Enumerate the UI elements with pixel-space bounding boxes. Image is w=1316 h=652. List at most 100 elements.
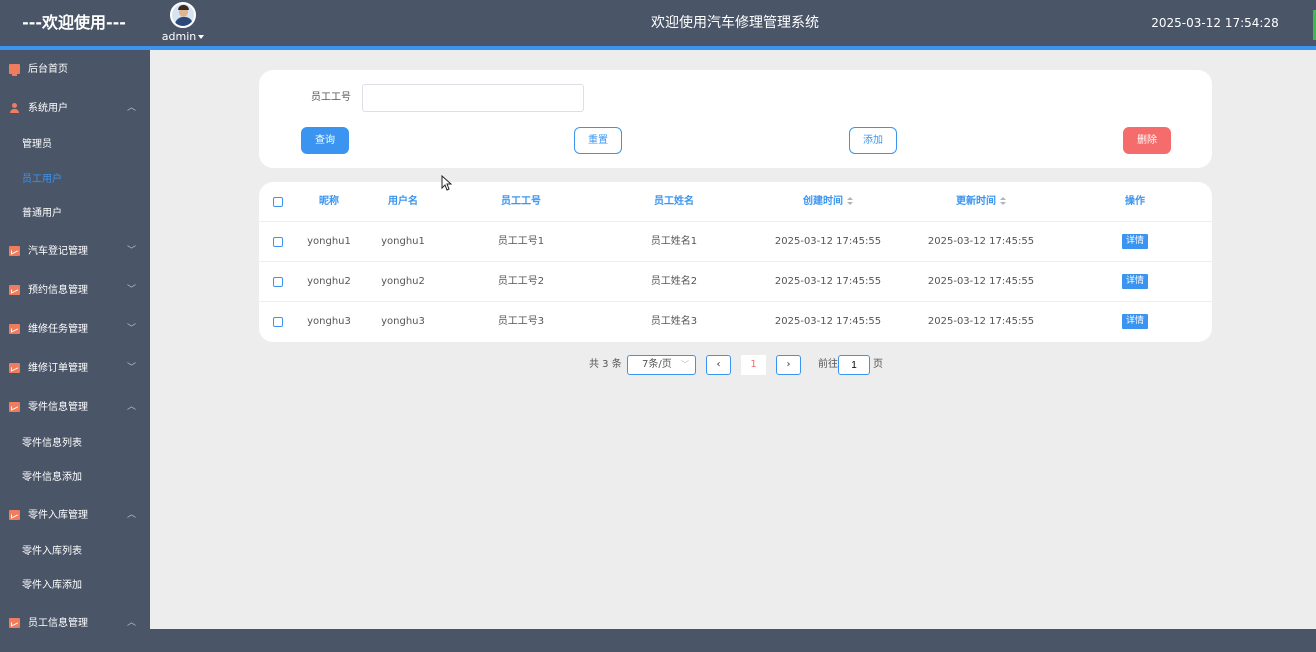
cell-nickname: yonghu3 bbox=[307, 316, 351, 327]
column-header-created-label: 创建时间 bbox=[803, 196, 843, 207]
avatar[interactable] bbox=[170, 2, 196, 28]
user-menu[interactable]: admin bbox=[160, 2, 206, 43]
current-page[interactable]: 1 bbox=[741, 355, 766, 375]
column-header-nickname: 昵称 bbox=[319, 196, 339, 207]
column-header-updated[interactable]: 更新时间 bbox=[921, 182, 1041, 222]
sidebar-item-appointments[interactable]: 预约信息管理 ﹀ bbox=[0, 271, 150, 310]
sidebar-item-home[interactable]: 后台首页 bbox=[0, 50, 150, 89]
row-checkbox[interactable] bbox=[273, 317, 283, 327]
chevron-down-icon: ﹀ bbox=[126, 245, 136, 256]
reset-button[interactable]: 重置 bbox=[574, 127, 622, 154]
total-count: 共 3 条 bbox=[589, 359, 622, 370]
cell-username: yonghu2 bbox=[381, 276, 425, 287]
column-header-staff-name: 员工姓名 bbox=[654, 196, 694, 207]
chart-icon bbox=[9, 323, 20, 334]
chevron-down-icon: ﹀ bbox=[681, 360, 689, 369]
column-header-created[interactable]: 创建时间 bbox=[768, 182, 888, 222]
chevron-up-icon: ︿ bbox=[126, 401, 136, 412]
cell-updated: 2025-03-12 17:45:55 bbox=[927, 316, 1035, 327]
goto-page-input[interactable] bbox=[838, 355, 870, 375]
cell-created: 2025-03-12 17:45:55 bbox=[774, 276, 882, 287]
cell-staff-no: 员工工号1 bbox=[497, 236, 545, 247]
cell-username: yonghu3 bbox=[381, 316, 425, 327]
page-size-value: 7条/页 bbox=[642, 359, 672, 370]
sidebar-subitem-inbound-list[interactable]: 零件入库列表 bbox=[0, 535, 150, 570]
table-row: yonghu3 yonghu3 员工工号3 员工姓名3 2025-03-12 17:45… bbox=[259, 302, 1212, 342]
monitor-icon bbox=[9, 64, 20, 76]
cell-username: yonghu1 bbox=[381, 236, 425, 247]
cell-actions: 详情 bbox=[1109, 222, 1161, 262]
detail-button[interactable]: 详情 bbox=[1121, 273, 1148, 289]
column-header-staff-no: 员工工号 bbox=[501, 196, 541, 207]
cell-updated: 2025-03-12 17:45:55 bbox=[927, 236, 1035, 247]
cell-nickname: yonghu2 bbox=[307, 276, 351, 287]
cell-staff-name: 员工姓名1 bbox=[650, 236, 698, 247]
chevron-right-icon: › bbox=[786, 359, 791, 370]
bottom-bar bbox=[0, 629, 1316, 652]
chevron-up-icon: ︿ bbox=[126, 617, 136, 628]
chevron-down-icon: ﹀ bbox=[126, 284, 136, 295]
username-label: admin bbox=[161, 30, 197, 43]
sidebar-subitem-staff-users[interactable]: 员工用户 bbox=[0, 163, 150, 198]
sidebar-item-label: 汽车登记管理 bbox=[28, 245, 88, 257]
username-dropdown[interactable]: admin bbox=[160, 30, 206, 43]
sidebar-item-repair-tasks[interactable]: 维修任务管理 ﹀ bbox=[0, 310, 150, 349]
sidebar-item-label: 零件入库管理 bbox=[28, 509, 88, 521]
user-icon bbox=[9, 103, 20, 113]
chevron-up-icon: ︿ bbox=[126, 509, 136, 520]
chart-icon bbox=[9, 284, 20, 295]
sidebar-item-parts-inbound[interactable]: 零件入库管理 ︿ bbox=[0, 496, 150, 535]
header-accent-line bbox=[0, 46, 1316, 50]
add-button[interactable]: 添加 bbox=[849, 127, 897, 154]
next-page-button[interactable]: › bbox=[776, 355, 801, 375]
chart-icon bbox=[9, 245, 20, 256]
sidebar-item-label: 零件信息管理 bbox=[28, 401, 88, 413]
column-header-actions: 操作 bbox=[1125, 196, 1145, 207]
sidebar-subitem-admin[interactable]: 管理员 bbox=[0, 128, 150, 163]
search-panel: 员工工号 查询 重置 添加 删除 bbox=[259, 70, 1212, 168]
sidebar-item-system-users[interactable]: 系统用户 ︿ bbox=[0, 89, 150, 128]
chevron-down-icon: ﹀ bbox=[126, 323, 136, 334]
cell-created: 2025-03-12 17:45:55 bbox=[774, 236, 882, 247]
current-datetime: 2025-03-12 17:54:28 bbox=[1151, 16, 1279, 30]
detail-button[interactable]: 详情 bbox=[1121, 313, 1148, 329]
cell-staff-no: 员工工号2 bbox=[497, 276, 545, 287]
sort-icon[interactable] bbox=[1000, 197, 1006, 205]
cell-created: 2025-03-12 17:45:55 bbox=[774, 316, 882, 327]
row-checkbox[interactable] bbox=[273, 237, 283, 247]
sidebar-item-label: 维修任务管理 bbox=[28, 323, 88, 335]
sidebar-item-label: 后台首页 bbox=[28, 64, 68, 75]
sidebar-subitem-parts-add[interactable]: 零件信息添加 bbox=[0, 461, 150, 496]
sidebar-item-label: 员工信息管理 bbox=[28, 617, 88, 629]
query-button[interactable]: 查询 bbox=[301, 127, 349, 154]
row-checkbox[interactable] bbox=[273, 277, 283, 287]
page-size-select[interactable]: 7条/页 ﹀ bbox=[627, 355, 696, 375]
delete-button[interactable]: 删除 bbox=[1123, 127, 1171, 154]
table-row: yonghu1 yonghu1 员工工号1 员工姓名1 2025-03-12 17:45… bbox=[259, 222, 1212, 262]
detail-button[interactable]: 详情 bbox=[1121, 233, 1148, 249]
sidebar-item-label: 预约信息管理 bbox=[28, 284, 88, 296]
sidebar-subitem-inbound-add[interactable]: 零件入库添加 bbox=[0, 569, 150, 604]
sidebar-item-car-registration[interactable]: 汽车登记管理 ﹀ bbox=[0, 232, 150, 271]
top-header: ---欢迎使用--- admin 欢迎使用汽车修理管理系统 2025-03-12… bbox=[0, 0, 1316, 46]
staff-no-label: 员工工号 bbox=[311, 92, 351, 103]
cell-staff-no: 员工工号3 bbox=[497, 316, 545, 327]
pagination: 共 3 条 7条/页 ﹀ ‹ 1 › 前往 页 bbox=[0, 355, 1316, 375]
sidebar-item-parts-info[interactable]: 零件信息管理 ︿ bbox=[0, 388, 150, 427]
chart-icon bbox=[9, 401, 20, 412]
sidebar-subitem-parts-list[interactable]: 零件信息列表 bbox=[0, 427, 150, 462]
sidebar: 后台首页 系统用户 ︿ 管理员 员工用户 普通用户 汽车登记管理 ﹀ 预约信息管… bbox=[0, 50, 150, 630]
select-all-checkbox[interactable] bbox=[273, 197, 283, 207]
chart-icon bbox=[9, 617, 20, 628]
column-header-updated-label: 更新时间 bbox=[956, 196, 996, 207]
prev-page-button[interactable]: ‹ bbox=[706, 355, 731, 375]
system-title: 欢迎使用汽车修理管理系统 bbox=[651, 15, 819, 31]
chevron-left-icon: ‹ bbox=[716, 359, 721, 370]
brand-title: ---欢迎使用--- bbox=[22, 13, 126, 32]
staff-no-input[interactable] bbox=[362, 84, 584, 112]
sort-icon[interactable] bbox=[847, 197, 853, 205]
cell-staff-name: 员工姓名2 bbox=[650, 276, 698, 287]
sidebar-subitem-normal-users[interactable]: 普通用户 bbox=[0, 197, 150, 232]
cell-nickname: yonghu1 bbox=[307, 236, 351, 247]
sidebar-item-staff-info[interactable]: 员工信息管理 ︿ bbox=[0, 604, 150, 631]
